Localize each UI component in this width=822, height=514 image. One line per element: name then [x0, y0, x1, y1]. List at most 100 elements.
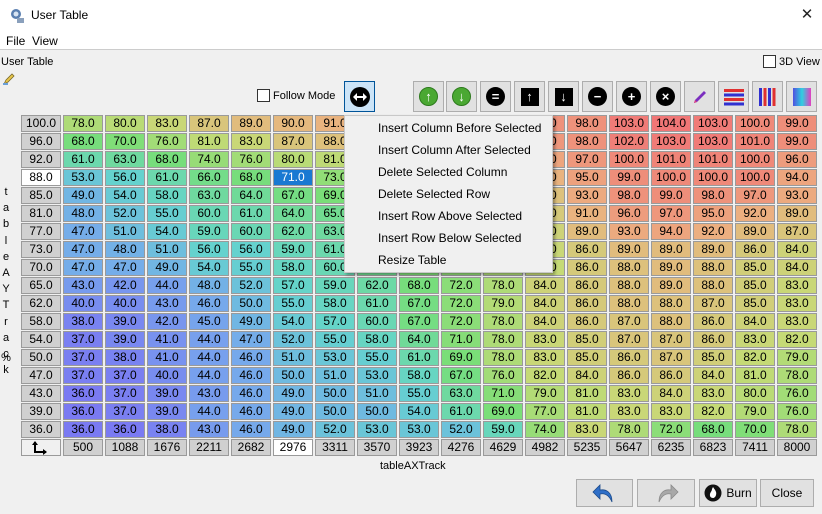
- table-cell[interactable]: 43.0: [147, 295, 187, 312]
- x-axis-cell[interactable]: 4629: [483, 439, 523, 456]
- table-cell[interactable]: 100.0: [693, 169, 733, 186]
- table-cell[interactable]: 76.0: [231, 151, 271, 168]
- table-cell[interactable]: 100.0: [735, 169, 775, 186]
- table-cell[interactable]: 97.0: [651, 205, 691, 222]
- table-cell[interactable]: 86.0: [567, 259, 607, 276]
- x-axis-cell[interactable]: 5647: [609, 439, 649, 456]
- subtract-button[interactable]: −: [582, 81, 613, 112]
- table-cell[interactable]: 82.0: [735, 349, 775, 366]
- table-cell[interactable]: 50.0: [231, 295, 271, 312]
- table-cell[interactable]: 61.0: [399, 349, 439, 366]
- table-cell[interactable]: 54.0: [273, 313, 313, 330]
- context-menu-item[interactable]: Delete Selected Column: [345, 161, 552, 183]
- table-cell[interactable]: 72.0: [441, 277, 481, 294]
- y-axis-cell[interactable]: 100.0: [21, 115, 61, 132]
- table-cell[interactable]: 83.0: [777, 295, 817, 312]
- table-cell[interactable]: 88.0: [693, 259, 733, 276]
- table-cell[interactable]: 49.0: [147, 259, 187, 276]
- table-cell[interactable]: 96.0: [609, 205, 649, 222]
- table-cell[interactable]: 84.0: [777, 241, 817, 258]
- table-cell[interactable]: 71.0: [441, 331, 481, 348]
- table-cell[interactable]: 51.0: [315, 367, 355, 384]
- table-cell[interactable]: 89.0: [777, 205, 817, 222]
- y-axis-cell[interactable]: 36.0: [21, 421, 61, 438]
- color-gradient-button[interactable]: [786, 81, 817, 112]
- table-cell[interactable]: 59.0: [273, 241, 313, 258]
- undo-button[interactable]: [576, 479, 633, 507]
- table-cell[interactable]: 83.0: [651, 403, 691, 420]
- table-cell[interactable]: 81.0: [567, 403, 607, 420]
- table-cell[interactable]: 37.0: [63, 367, 103, 384]
- table-cell[interactable]: 44.0: [189, 349, 229, 366]
- table-cell[interactable]: 62.0: [273, 223, 313, 240]
- table-cell[interactable]: 47.0: [231, 331, 271, 348]
- table-cell[interactable]: 100.0: [651, 169, 691, 186]
- table-cell[interactable]: 68.0: [399, 277, 439, 294]
- table-cell[interactable]: 71.0: [273, 169, 313, 186]
- table-cell[interactable]: 79.0: [483, 295, 523, 312]
- table-cell[interactable]: 76.0: [483, 367, 523, 384]
- table-cell[interactable]: 46.0: [231, 385, 271, 402]
- table-cell[interactable]: 58.0: [147, 187, 187, 204]
- table-cell[interactable]: 54.0: [189, 259, 229, 276]
- table-cell[interactable]: 72.0: [651, 421, 691, 438]
- table-cell[interactable]: 44.0: [147, 277, 187, 294]
- table-cell[interactable]: 103.0: [609, 115, 649, 132]
- table-cell[interactable]: 85.0: [735, 259, 775, 276]
- table-cell[interactable]: 38.0: [147, 421, 187, 438]
- table-cell[interactable]: 49.0: [231, 313, 271, 330]
- table-cell[interactable]: 55.0: [399, 385, 439, 402]
- table-cell[interactable]: 55.0: [315, 331, 355, 348]
- table-cell[interactable]: 58.0: [273, 259, 313, 276]
- table-cell[interactable]: 88.0: [651, 313, 691, 330]
- table-cell[interactable]: 47.0: [105, 259, 145, 276]
- table-cell[interactable]: 83.0: [609, 403, 649, 420]
- table-cell[interactable]: 46.0: [231, 367, 271, 384]
- y-axis-cell[interactable]: 65.0: [21, 277, 61, 294]
- table-cell[interactable]: 57.0: [315, 313, 355, 330]
- x-axis-cell[interactable]: 8000: [777, 439, 817, 456]
- table-cell[interactable]: 64.0: [399, 331, 439, 348]
- table-cell[interactable]: 98.0: [693, 187, 733, 204]
- table-cell[interactable]: 99.0: [651, 187, 691, 204]
- table-cell[interactable]: 55.0: [147, 205, 187, 222]
- table-cell[interactable]: 85.0: [567, 331, 607, 348]
- table-cell[interactable]: 72.0: [441, 295, 481, 312]
- table-cell[interactable]: 45.0: [189, 313, 229, 330]
- table-cell[interactable]: 48.0: [63, 205, 103, 222]
- table-cell[interactable]: 68.0: [231, 169, 271, 186]
- multiply-button[interactable]: ×: [650, 81, 681, 112]
- table-cell[interactable]: 41.0: [147, 331, 187, 348]
- table-cell[interactable]: 79.0: [777, 349, 817, 366]
- table-cell[interactable]: 88.0: [609, 295, 649, 312]
- table-cell[interactable]: 87.0: [777, 223, 817, 240]
- table-cell[interactable]: 60.0: [231, 223, 271, 240]
- table-cell[interactable]: 55.0: [231, 259, 271, 276]
- context-menu-item[interactable]: Delete Selected Row: [345, 183, 552, 205]
- table-cell[interactable]: 70.0: [105, 133, 145, 150]
- table-cell[interactable]: 40.0: [147, 367, 187, 384]
- table-cell[interactable]: 58.0: [399, 367, 439, 384]
- table-cell[interactable]: 63.0: [189, 187, 229, 204]
- table-cell[interactable]: 92.0: [693, 223, 733, 240]
- table-cell[interactable]: 83.0: [735, 331, 775, 348]
- table-cell[interactable]: 52.0: [231, 277, 271, 294]
- table-cell[interactable]: 37.0: [105, 367, 145, 384]
- table-cell[interactable]: 78.0: [483, 277, 523, 294]
- table-cell[interactable]: 61.0: [231, 205, 271, 222]
- table-cell[interactable]: 86.0: [567, 277, 607, 294]
- table-cell[interactable]: 37.0: [105, 385, 145, 402]
- table-cell[interactable]: 80.0: [105, 115, 145, 132]
- table-cell[interactable]: 81.0: [567, 385, 607, 402]
- table-cell[interactable]: 76.0: [147, 133, 187, 150]
- table-cell[interactable]: 44.0: [189, 331, 229, 348]
- table-cell[interactable]: 53.0: [399, 421, 439, 438]
- table-cell[interactable]: 89.0: [651, 241, 691, 258]
- table-cell[interactable]: 84.0: [693, 367, 733, 384]
- burn-button[interactable]: Burn: [699, 479, 757, 507]
- table-cell[interactable]: 55.0: [357, 349, 397, 366]
- table-cell[interactable]: 71.0: [483, 385, 523, 402]
- table-cell[interactable]: 41.0: [147, 349, 187, 366]
- table-cell[interactable]: 85.0: [735, 277, 775, 294]
- table-cell[interactable]: 89.0: [693, 241, 733, 258]
